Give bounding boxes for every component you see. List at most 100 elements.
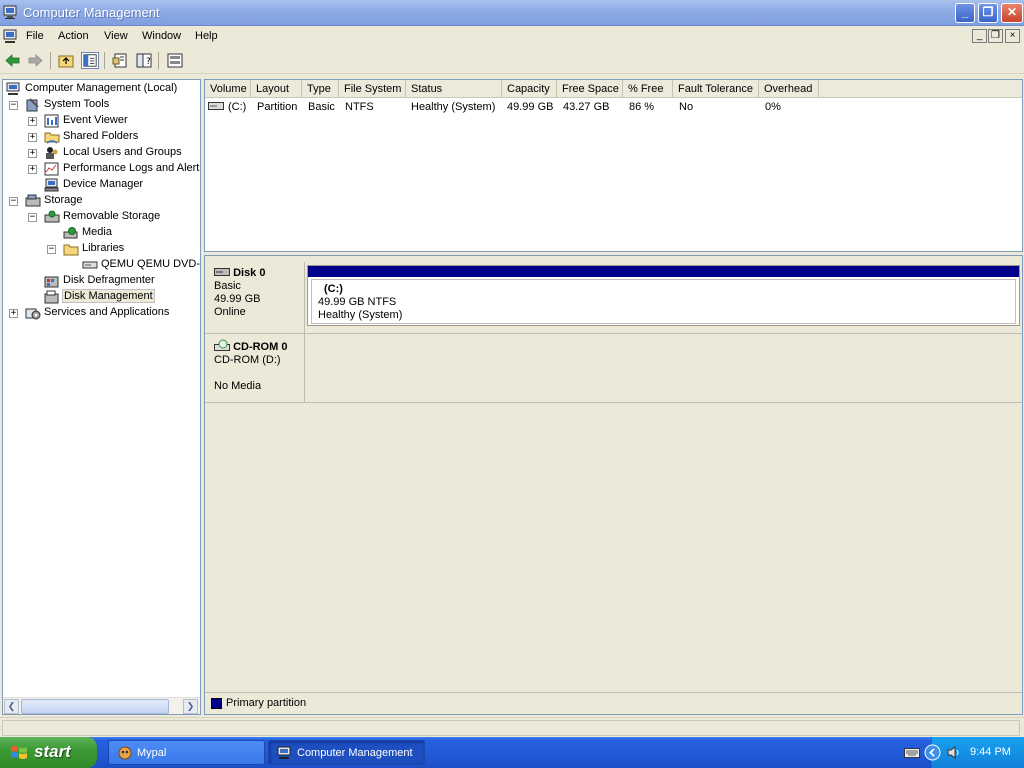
column-header-volume[interactable]: Volume	[205, 80, 251, 98]
console-tree[interactable]: Computer Management (Local) − System Too…	[2, 79, 201, 715]
taskbar-button-computer-management[interactable]: Computer Management	[268, 740, 425, 765]
cdrom0-type: CD-ROM (D:)	[214, 354, 281, 366]
tree-label: Performance Logs and Alerts	[63, 162, 201, 174]
disk-defragmenter-icon	[44, 276, 59, 288]
volume-list[interactable]: Volume Layout Type File System Status Ca…	[204, 79, 1023, 252]
mdi-restore-button[interactable]: ❐	[988, 29, 1003, 43]
tree-label-selected: Disk Management	[62, 289, 155, 303]
disk0-type: Basic	[214, 280, 241, 292]
legend-primary-partition: Primary partition	[226, 697, 307, 709]
expand-icon[interactable]: +	[28, 133, 37, 142]
column-header-percent-free[interactable]: % Free	[623, 80, 673, 98]
table-row[interactable]: (C:) Partition Basic NTFS Healthy (Syste…	[205, 98, 1022, 116]
collapse-icon[interactable]: −	[9, 197, 18, 206]
mdi-minimize-button[interactable]: _	[972, 29, 987, 43]
performance-logs-icon	[44, 162, 59, 176]
clock[interactable]: 9:44 PM	[970, 746, 1011, 758]
scroll-left-icon[interactable]: ❮	[4, 699, 19, 714]
scroll-thumb[interactable]	[21, 699, 169, 714]
cell-layout: Partition	[257, 101, 298, 113]
disk-list-icon[interactable]	[166, 52, 184, 69]
computer-management-icon	[3, 5, 17, 19]
cell-percent-free: 86 %	[629, 101, 655, 113]
disk-row-disk0[interactable]: Disk 0 Basic 49.99 GB Online (C:) 49.99 …	[205, 262, 1022, 334]
column-header-status[interactable]: Status	[406, 80, 502, 98]
column-header-fault-tolerance[interactable]: Fault Tolerance	[673, 80, 759, 98]
collapse-icon[interactable]: −	[9, 101, 18, 110]
menu-window[interactable]: Window	[142, 30, 181, 42]
window-title: Computer Management	[23, 5, 160, 20]
tree-label: Computer Management (Local)	[25, 82, 178, 94]
help-icon[interactable]: ?	[135, 52, 153, 69]
title-bar[interactable]: Computer Management _ ❐ ✕	[0, 0, 1024, 26]
menu-bar: File Action View Window Help _ ❐ ×	[0, 26, 1024, 48]
hard-disk-icon	[214, 268, 230, 276]
toolbar: ?	[0, 48, 1024, 74]
tree-label: Removable Storage	[63, 210, 161, 222]
column-header-overhead[interactable]: Overhead	[759, 80, 819, 98]
cdrom0-name: CD-ROM 0	[233, 341, 288, 353]
disk0-name: Disk 0	[233, 267, 266, 279]
primary-partition-bar	[308, 266, 1019, 277]
volume-drive-icon	[208, 102, 224, 110]
show-hidden-icons-icon[interactable]	[924, 744, 941, 761]
mdi-close-button[interactable]: ×	[1005, 29, 1020, 43]
collapse-icon[interactable]: −	[47, 245, 56, 254]
disk-row-cdrom0[interactable]: CD-ROM 0 CD-ROM (D:) No Media	[205, 334, 1022, 403]
cell-capacity: 49.99 GB	[507, 101, 554, 113]
cdrom0-label[interactable]: CD-ROM 0 CD-ROM (D:) No Media	[205, 334, 305, 402]
event-viewer-icon	[44, 114, 59, 128]
disk0-label[interactable]: Disk 0 Basic 49.99 GB Online	[205, 262, 305, 333]
up-one-level-icon[interactable]	[57, 52, 75, 69]
partition-c-details[interactable]: (C:) 49.99 GB NTFS Healthy (System)	[311, 279, 1016, 324]
menu-help[interactable]: Help	[195, 30, 218, 42]
computer-management-icon	[277, 746, 291, 759]
show-hide-console-tree-icon[interactable]	[81, 52, 99, 69]
users-icon	[46, 147, 58, 159]
expand-icon[interactable]: +	[28, 149, 37, 158]
partition-c[interactable]: (C:) 49.99 GB NTFS Healthy (System)	[307, 265, 1020, 326]
column-header-free-space[interactable]: Free Space	[557, 80, 623, 98]
computer-icon	[6, 82, 20, 95]
disk0-state: Online	[214, 306, 246, 318]
back-arrow-icon[interactable]	[4, 52, 22, 69]
start-button[interactable]: start	[0, 737, 97, 768]
collapse-icon[interactable]: −	[28, 213, 37, 222]
menu-action[interactable]: Action	[58, 30, 89, 42]
menu-view[interactable]: View	[104, 30, 128, 42]
tree-label: Media	[82, 226, 112, 238]
tree-label: Event Viewer	[63, 114, 128, 126]
properties-icon[interactable]	[111, 52, 129, 69]
volume-speaker-icon[interactable]	[946, 745, 962, 760]
tree-label: Libraries	[82, 242, 125, 254]
document-window-icon[interactable]	[3, 29, 19, 44]
column-header-type[interactable]: Type	[302, 80, 339, 98]
drive-icon	[82, 261, 98, 269]
cell-volume: (C:)	[228, 101, 247, 113]
expand-icon[interactable]: +	[9, 309, 18, 318]
removable-storage-icon	[44, 210, 60, 223]
scroll-right-icon[interactable]: ❯	[183, 699, 198, 714]
menu-file[interactable]: File	[26, 30, 44, 42]
cell-free-space: 43.27 GB	[563, 101, 610, 113]
tree-label: Device Manager	[63, 178, 144, 190]
expand-icon[interactable]: +	[28, 117, 37, 126]
expand-icon[interactable]: +	[28, 165, 37, 174]
column-header-file-system[interactable]: File System	[339, 80, 406, 98]
tree-horizontal-scrollbar[interactable]: ❮ ❯	[3, 697, 200, 714]
taskbar-button-mypal[interactable]: Mypal	[108, 740, 265, 765]
cell-fault-tolerance: No	[679, 101, 694, 113]
disk-map[interactable]: Disk 0 Basic 49.99 GB Online (C:) 49.99 …	[204, 255, 1023, 715]
close-button[interactable]: ✕	[1001, 3, 1023, 23]
keyboard-icon[interactable]	[904, 746, 920, 759]
forward-arrow-icon[interactable]	[26, 52, 44, 69]
column-header-layout[interactable]: Layout	[251, 80, 302, 98]
column-header-capacity[interactable]: Capacity	[502, 80, 557, 98]
restore-button[interactable]: ❐	[978, 3, 998, 23]
partition-label: (C:)	[324, 283, 343, 295]
media-icon	[63, 227, 78, 239]
disk-management-icon	[44, 290, 59, 304]
volume-list-header: Volume Layout Type File System Status Ca…	[205, 80, 1022, 98]
minimize-button[interactable]: _	[955, 3, 975, 23]
tree-label: Services and Applications	[44, 306, 170, 318]
